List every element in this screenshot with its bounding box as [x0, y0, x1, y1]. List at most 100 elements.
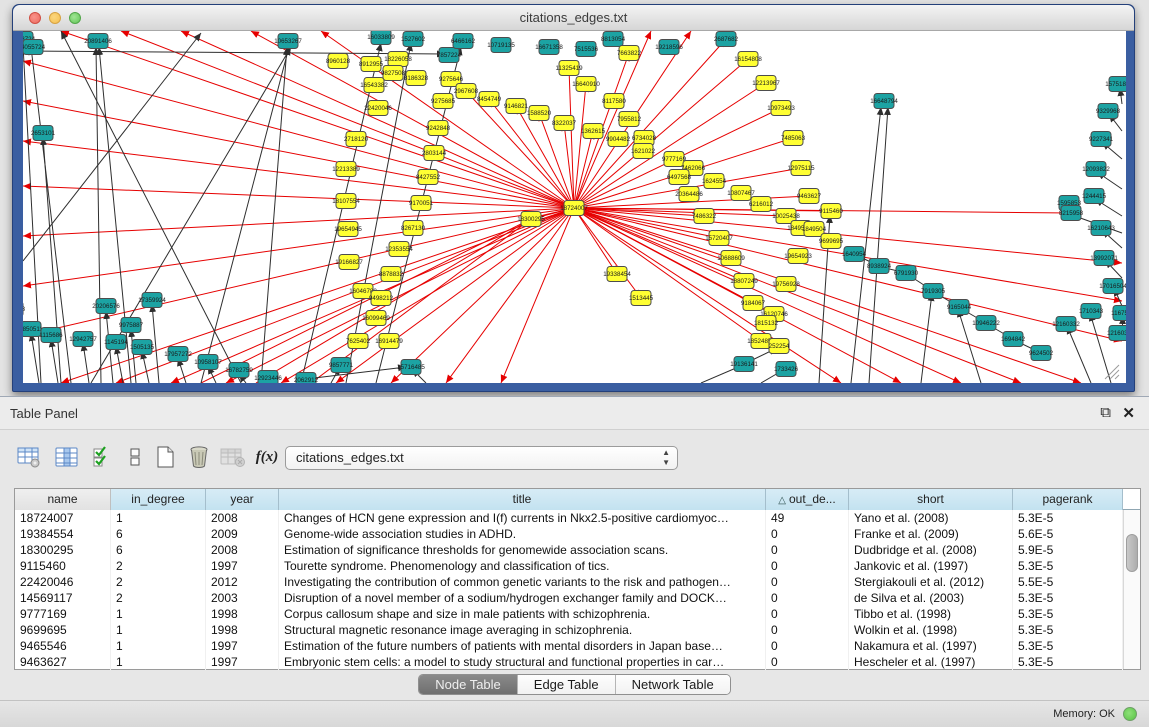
- graph-node[interactable]: 12942757: [69, 332, 97, 347]
- graph-node[interactable]: 8186328: [404, 71, 429, 86]
- table-cell[interactable]: 1: [111, 510, 206, 526]
- graph-node[interactable]: 15751874: [1105, 77, 1126, 92]
- graph-node[interactable]: 16671358: [535, 40, 563, 55]
- table-row[interactable]: 946362711997Embryonic stem cells: a mode…: [15, 654, 1140, 670]
- graph-node[interactable]: 20364486: [675, 187, 703, 202]
- table-cell[interactable]: 5.5E-5: [1013, 574, 1123, 590]
- table-cell[interactable]: Franke et al. (2009): [849, 526, 1013, 542]
- graph-node[interactable]: 252254: [769, 339, 790, 354]
- table-cell[interactable]: 1: [111, 606, 206, 622]
- graph-edge[interactable]: [23, 51, 445, 54]
- graph-node[interactable]: 9975887: [119, 318, 144, 333]
- graph-edge[interactable]: [51, 339, 58, 383]
- table-cell[interactable]: 14569117: [15, 590, 111, 606]
- cell-view-button[interactable]: [120, 442, 150, 472]
- scrollbar-thumb[interactable]: [1126, 534, 1138, 572]
- graph-node[interactable]: 22420046: [364, 101, 392, 116]
- graph-node[interactable]: 16210643: [1087, 221, 1115, 236]
- graph-edge[interactable]: [281, 208, 574, 383]
- graph-node[interactable]: 9857771: [329, 358, 354, 373]
- graph-node[interactable]: 10973493: [767, 101, 795, 116]
- graph-edge[interactable]: [91, 47, 291, 383]
- table-cell[interactable]: 18724007: [15, 510, 111, 526]
- graph-edge[interactable]: [1067, 326, 1091, 383]
- table-row[interactable]: 977716911998Corpus callosum shape and si…: [15, 606, 1140, 622]
- graph-node[interactable]: 1244415: [1082, 189, 1107, 204]
- table-cell[interactable]: Stergiakouli et al. (2012): [849, 574, 1013, 590]
- graph-node[interactable]: 9115460: [819, 204, 843, 219]
- column-header-pagerank[interactable]: pagerank: [1013, 489, 1123, 510]
- table-cell[interactable]: Estimation of significance thresholds fo…: [279, 542, 766, 558]
- graph-node[interactable]: 7515536: [574, 42, 599, 57]
- graph-node[interactable]: 2062912: [294, 373, 319, 384]
- table-cell[interactable]: 1998: [206, 622, 279, 638]
- graph-node[interactable]: 8813054: [601, 32, 626, 47]
- graph-node[interactable]: 9699695: [819, 234, 844, 249]
- graph-edge[interactable]: [201, 47, 289, 383]
- table-cell[interactable]: 5.6E-5: [1013, 526, 1123, 542]
- graph-node[interactable]: 6466162: [451, 34, 476, 49]
- graph-node[interactable]: 12353554: [385, 242, 413, 257]
- table-cell[interactable]: Tibbo et al. (1998): [849, 606, 1013, 622]
- graph-node[interactable]: 9827508: [381, 66, 406, 81]
- graph-node[interactable]: 9463627: [797, 189, 822, 204]
- graph-node[interactable]: 8878832: [379, 267, 404, 282]
- table-cell[interactable]: 5.3E-5: [1013, 510, 1123, 526]
- graph-node[interactable]: 12923446: [254, 371, 282, 384]
- table-cell[interactable]: 9699695: [15, 622, 111, 638]
- graph-node[interactable]: 10719135: [487, 38, 515, 53]
- graph-node[interactable]: 7857224: [437, 48, 462, 63]
- table-cell[interactable]: 1997: [206, 654, 279, 670]
- graph-edge[interactable]: [226, 208, 574, 383]
- table-row[interactable]: 946554611997Estimation of the future num…: [15, 638, 1140, 654]
- window-titlebar[interactable]: citations_edges.txt: [13, 5, 1134, 31]
- graph-node[interactable]: 8454749: [477, 92, 502, 107]
- table-cell[interactable]: 2: [111, 558, 206, 574]
- graph-node[interactable]: 1640954: [842, 247, 867, 262]
- graph-node[interactable]: 16033809: [367, 31, 395, 45]
- table-cell[interactable]: 0: [766, 606, 849, 622]
- graph-node[interactable]: 7919305: [921, 284, 946, 299]
- graph-node[interactable]: 12975115: [787, 161, 815, 176]
- table-cell[interactable]: 0: [766, 526, 849, 542]
- graph-node[interactable]: 7663822: [617, 46, 642, 61]
- table-cell[interactable]: Hescheler et al. (1997): [849, 654, 1013, 670]
- table-cell[interactable]: 6: [111, 526, 206, 542]
- resize-grip[interactable]: [1105, 365, 1119, 379]
- table-cell[interactable]: 2012: [206, 574, 279, 590]
- graph-edge[interactable]: [31, 333, 39, 383]
- table-cell[interactable]: Corpus callosum shape and size in male p…: [279, 606, 766, 622]
- graph-node[interactable]: 18724007: [560, 201, 588, 216]
- graph-node[interactable]: 7625402: [346, 334, 371, 349]
- graph-node[interactable]: 19338454: [603, 267, 631, 282]
- graph-node[interactable]: 4055724: [23, 40, 46, 55]
- graph-node[interactable]: 1513445: [629, 291, 654, 306]
- graph-node[interactable]: 2803144: [422, 146, 447, 161]
- graph-node[interactable]: 10958107: [194, 355, 222, 370]
- table-cell[interactable]: 1: [111, 638, 206, 654]
- graph-node[interactable]: 1362615: [581, 124, 606, 139]
- table-cell[interactable]: 2008: [206, 510, 279, 526]
- table-cell[interactable]: 1: [111, 654, 206, 670]
- table-cell[interactable]: 0: [766, 574, 849, 590]
- graph-node[interactable]: 2687682: [714, 32, 739, 47]
- table-cell[interactable]: Estimation of the future numbers of pati…: [279, 638, 766, 654]
- table-row[interactable]: 1872400712008Changes of HCN gene express…: [15, 510, 1140, 526]
- table-cell[interactable]: Dudbridge et al. (2008): [849, 542, 1013, 558]
- table-cell[interactable]: 1997: [206, 558, 279, 574]
- graph-node[interactable]: 1115686: [39, 328, 63, 343]
- table-cell[interactable]: 2008: [206, 542, 279, 558]
- graph-edge[interactable]: [23, 186, 574, 208]
- table-cell[interactable]: 0: [766, 638, 849, 654]
- column-header-title[interactable]: title: [279, 489, 766, 510]
- graph-node[interactable]: 17016504: [1099, 279, 1126, 294]
- graph-node[interactable]: 18807249: [730, 274, 758, 289]
- graph-node[interactable]: 9624502: [1029, 346, 1054, 361]
- float-panel-icon[interactable]: ⧉: [1100, 404, 1111, 421]
- graph-node[interactable]: 9146821: [504, 99, 529, 114]
- table-cell[interactable]: 0: [766, 558, 849, 574]
- graph-edge[interactable]: [96, 47, 101, 383]
- graph-node[interactable]: 18226058: [384, 52, 412, 67]
- graph-edge[interactable]: [574, 84, 586, 208]
- table-cell[interactable]: 0: [766, 654, 849, 670]
